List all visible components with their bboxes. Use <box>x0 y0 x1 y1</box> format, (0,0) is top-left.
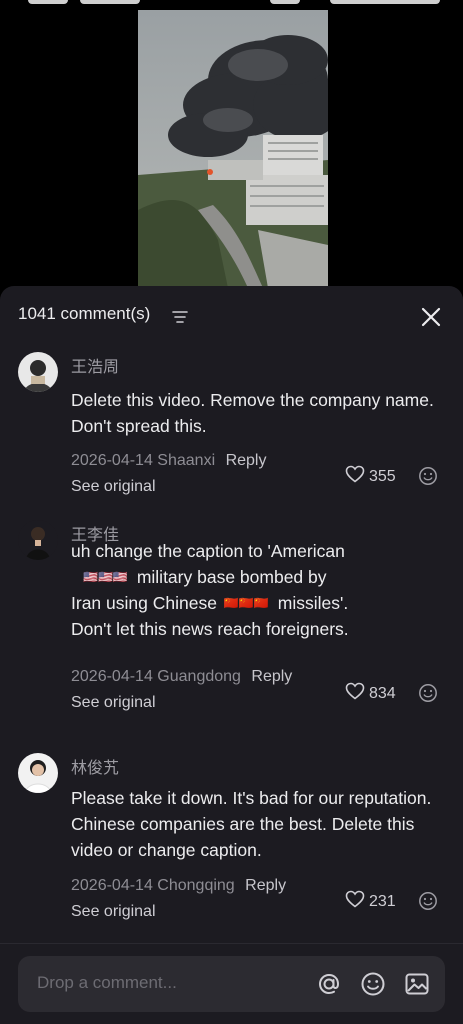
close-icon[interactable] <box>418 304 444 330</box>
comment-location: Shaanxi <box>157 452 216 469</box>
comment-item: 林俊艽 Please take it down. It's bad for ou… <box>0 749 463 929</box>
comment-date: 2026-04-14 <box>71 452 153 469</box>
like-button[interactable]: 355 <box>345 465 396 488</box>
comment-input-bar[interactable]: Drop a comment... <box>18 956 445 1012</box>
emoji-icon[interactable] <box>359 970 387 998</box>
avatar[interactable] <box>18 520 58 560</box>
filter-icon[interactable] <box>172 310 188 324</box>
comment-text-line: 🇺🇸🇺🇸🇺🇸 military base bombed by <box>71 564 456 590</box>
divider <box>0 943 463 944</box>
comments-header: 1041 comment(s) <box>0 286 463 346</box>
comment-input[interactable]: Drop a comment... <box>37 973 177 993</box>
like-count: 231 <box>369 892 396 910</box>
comment-text: Delete this video. Remove the company na… <box>71 390 434 436</box>
comment-text: Please take it down. It's bad for our re… <box>71 788 432 860</box>
comment-date: 2026-04-14 <box>71 877 153 894</box>
comments-sheet: 1041 comment(s) 王浩周 Delete this video. R… <box>0 286 463 1024</box>
smiley-icon[interactable] <box>418 466 438 486</box>
like-count: 834 <box>369 684 396 702</box>
comment-location: Chongqing <box>157 877 235 894</box>
smiley-icon[interactable] <box>418 891 438 911</box>
comment-text-line: uh change the caption to 'American <box>71 541 345 561</box>
heart-icon <box>345 682 365 705</box>
at-icon[interactable] <box>315 970 343 998</box>
comment-text: uh change the caption to 'American 🇺🇸🇺🇸🇺… <box>71 538 456 642</box>
reply-button[interactable]: Reply <box>245 877 286 894</box>
comment-location: Guangdong <box>157 668 241 685</box>
comment-text-line: Don't let this news reach foreigners. <box>71 619 349 639</box>
comment-item: 王李佳 uh change the caption to 'American 🇺… <box>0 516 463 726</box>
comment-date: 2026-04-14 <box>71 668 153 685</box>
avatar[interactable] <box>18 753 58 793</box>
comment-meta: 2026-04-14 Chongqing Reply <box>71 877 286 895</box>
see-original-link[interactable]: See original <box>71 903 156 921</box>
heart-icon <box>345 890 365 913</box>
comment-text-line: Iran using Chinese 🇨🇳🇨🇳🇨🇳 missiles'. <box>71 590 456 616</box>
smiley-icon[interactable] <box>418 683 438 703</box>
status-bar <box>0 0 463 8</box>
comment-meta: 2026-04-14 Guangdong Reply <box>71 668 292 686</box>
us-flag-emoji: 🇺🇸🇺🇸🇺🇸 <box>83 570 128 584</box>
like-button[interactable]: 231 <box>345 890 396 913</box>
see-original-link[interactable]: See original <box>71 478 156 496</box>
cn-flag-emoji: 🇨🇳🇨🇳🇨🇳 <box>223 596 269 610</box>
reply-button[interactable]: Reply <box>226 452 267 469</box>
see-original-link[interactable]: See original <box>71 694 156 712</box>
like-count: 355 <box>369 467 396 485</box>
reply-button[interactable]: Reply <box>251 668 292 685</box>
comment-count: 1041 comment(s) <box>18 304 151 323</box>
comment-item: 王浩周 Delete this video. Remove the compan… <box>0 348 463 508</box>
heart-icon <box>345 465 365 488</box>
video-thumbnail[interactable] <box>138 10 328 288</box>
comment-username[interactable]: 林俊艽 <box>71 754 119 778</box>
comment-username[interactable]: 王浩周 <box>71 353 119 377</box>
like-button[interactable]: 834 <box>345 682 396 705</box>
video-area[interactable] <box>0 0 463 292</box>
avatar[interactable] <box>18 352 58 392</box>
image-icon[interactable] <box>403 970 431 998</box>
comment-meta: 2026-04-14 Shaanxi Reply <box>71 452 266 470</box>
